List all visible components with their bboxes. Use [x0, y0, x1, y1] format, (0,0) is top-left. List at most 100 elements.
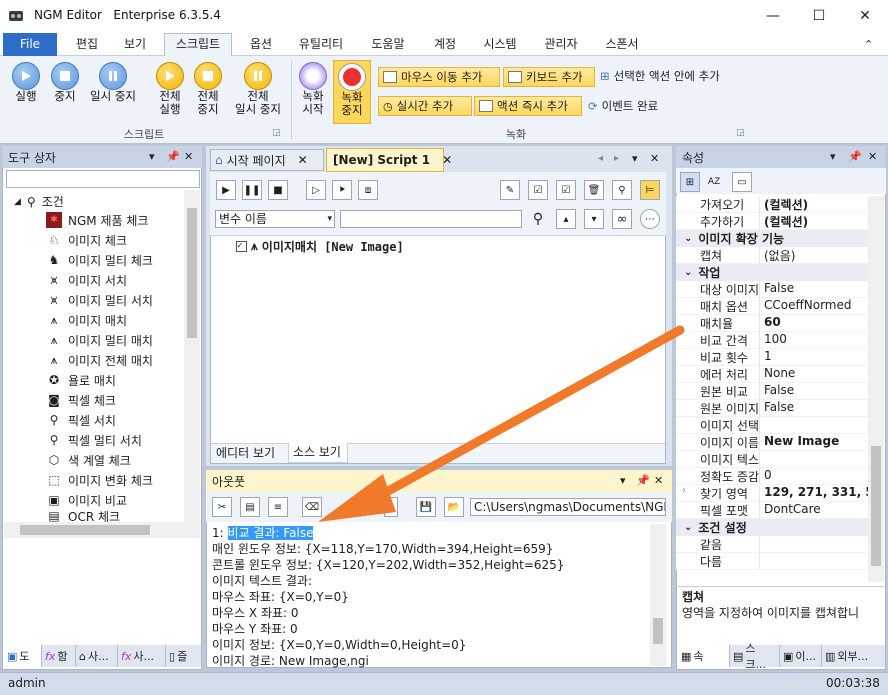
check-all-icon[interactable]: ☑	[528, 180, 548, 200]
add-in-selected-button[interactable]: ⊞ 선택한 액션 안에 추가	[600, 68, 720, 84]
arrow-down-icon[interactable]: ▾	[584, 209, 604, 229]
tab-close-icon[interactable]: ✕	[442, 153, 452, 167]
property-row[interactable]: 가져오기 (컬렉션)	[676, 196, 870, 213]
property-value[interactable]: 0	[760, 468, 870, 485]
tab-external[interactable]: ▥ 외부...	[822, 645, 886, 667]
property-category[interactable]: ⌄ 작업	[676, 264, 870, 281]
property-value[interactable]: 1	[760, 349, 870, 366]
tab-options[interactable]: 옵션	[240, 34, 282, 56]
property-value[interactable]: (컬렉션)	[760, 213, 870, 230]
edit-icon[interactable]: ✎	[500, 180, 520, 200]
tab-start-page[interactable]: ⌂ 시작 페이지 ✕	[210, 149, 324, 171]
more-icon[interactable]: ⋯	[640, 209, 660, 229]
tree-item[interactable]: ⩚ 이미지 매치	[46, 310, 127, 330]
play-icon[interactable]: ▶	[216, 180, 236, 200]
toolbox-search-input[interactable]	[6, 170, 200, 188]
clean-icon[interactable]: ✂	[212, 497, 232, 517]
stop-button[interactable]: 중지	[46, 62, 84, 103]
tree-item[interactable]: ⚲ 픽셀 멀티 서치	[46, 430, 142, 450]
tree-view-icon[interactable]: ⊨	[640, 180, 660, 200]
tree-item[interactable]: ⬡ 색 계열 체크	[46, 450, 131, 470]
zoom-icon[interactable]: ⚲	[612, 180, 632, 200]
minimize-button[interactable]: —	[750, 0, 796, 32]
tree-item[interactable]: ⩙ 이미지 멀티 서치	[46, 290, 153, 310]
tab-close-icon[interactable]: ✕	[298, 153, 308, 167]
tab-source-view[interactable]: 소스 보기	[288, 443, 348, 463]
tab-favorites[interactable]: ▯ 즐	[166, 645, 202, 667]
tab-scroll-right-icon[interactable]: ▸	[614, 153, 619, 164]
arrow-up-icon[interactable]: ▴	[556, 209, 576, 229]
properties-vscroll[interactable]	[868, 196, 884, 582]
property-row[interactable]: 원본 비교 False	[676, 383, 870, 400]
eraser-icon[interactable]: ⌫	[302, 497, 322, 517]
save-icon[interactable]: 💾	[416, 497, 436, 517]
property-row[interactable]: 같음	[676, 536, 870, 553]
delete-icon[interactable]: 🗑	[584, 180, 604, 200]
file-icon[interactable]: ▤	[240, 497, 260, 517]
output-path-field[interactable]: C:\Users\ngmas\Documents\NGM6\	[470, 498, 666, 516]
tab-toolbox[interactable]: ▣ 도	[4, 645, 42, 667]
tab-sponsor[interactable]: 스폰서	[596, 34, 648, 56]
property-value[interactable]: 100	[760, 332, 870, 349]
property-value[interactable]: None	[760, 366, 870, 383]
tab-admin[interactable]: 관리자	[536, 34, 586, 56]
property-row[interactable]: 원본 이미지 False	[676, 400, 870, 417]
pin-icon[interactable]: 📌	[848, 150, 862, 163]
collapse-icon[interactable]: ◢	[14, 197, 21, 207]
property-row[interactable]: 정확도 증감 0	[676, 468, 870, 485]
tree-item[interactable]: ▤ OCR 체크	[46, 510, 120, 522]
dropdown-icon[interactable]: ▾	[149, 150, 155, 163]
dropdown-icon[interactable]: ▾	[830, 150, 836, 163]
property-value[interactable]	[760, 536, 870, 553]
dropdown-icon[interactable]: ▾	[620, 474, 626, 487]
property-value[interactable]: 60	[760, 315, 870, 332]
tab-scroll-left-icon[interactable]: ◂	[598, 153, 603, 164]
property-value[interactable]: New Image	[760, 434, 870, 451]
tab-account[interactable]: 계정	[424, 34, 466, 56]
dialog-launcher-icon[interactable]: ◲	[272, 128, 281, 138]
property-value[interactable]: (없음)	[760, 247, 870, 264]
property-row[interactable]: 대상 이미지 False	[676, 281, 870, 298]
property-row[interactable]: 추가하기 (컬렉션)	[676, 213, 870, 230]
tab-edit[interactable]: 편집	[68, 34, 106, 56]
property-row[interactable]: 매치 옵션 CCoeffNormed	[676, 298, 870, 315]
tab-script-list[interactable]: ▤ 스크...	[730, 642, 780, 671]
property-row[interactable]: 픽셀 포맷 DontCare	[676, 502, 870, 519]
property-category[interactable]: ⌄ 조건 설정	[676, 519, 870, 536]
step-into-icon[interactable]: ⯈	[332, 180, 352, 200]
property-row[interactable]: 이미지 텍스트	[676, 451, 870, 468]
property-value[interactable]	[760, 553, 870, 570]
ribbon-collapse-icon[interactable]: ⌃	[864, 38, 873, 51]
chevron-down-icon[interactable]: ⌄	[684, 233, 692, 244]
keyboard-add-button[interactable]: 키보드 추가	[503, 67, 595, 87]
run-all-button[interactable]: 전체 실행	[150, 62, 190, 116]
property-value[interactable]: False	[760, 383, 870, 400]
folder-icon[interactable]: 📂	[444, 497, 464, 517]
step-over-icon[interactable]: ⧈	[358, 180, 378, 200]
action-immediate-add-button[interactable]: 액션 즉시 추가	[474, 96, 582, 116]
property-value[interactable]: DontCare	[760, 502, 870, 519]
property-category[interactable]: ⌄ 이미지 확장 기능	[676, 230, 870, 247]
property-row[interactable]: 에러 처리 None	[676, 366, 870, 383]
property-pages-icon[interactable]: ▭	[732, 172, 752, 192]
check-icon[interactable]: ☑	[556, 180, 576, 200]
toolbox-hscroll[interactable]	[4, 522, 200, 538]
sort-az-icon[interactable]: AZ	[704, 172, 724, 192]
tab-user-functions[interactable]: fx 사...	[118, 645, 166, 667]
toolbox-vscroll[interactable]	[184, 190, 200, 522]
tab-view[interactable]: 보기	[114, 34, 156, 56]
tree-item[interactable]: ⩚ 이미지 멀티 매치	[46, 330, 153, 350]
stop-all-button[interactable]: 전체 중지	[188, 62, 228, 116]
property-value[interactable]	[760, 451, 870, 468]
tree-item[interactable]: ⬚ 이미지 변화 체크	[46, 470, 153, 490]
tab-script-1[interactable]: [New] Script 1 ✕	[326, 148, 452, 172]
expand-icon[interactable]: ›	[682, 485, 686, 496]
close-icon[interactable]: ✕	[184, 150, 193, 163]
tree-item[interactable]: ✱ NGM 제품 체크	[46, 210, 148, 230]
event-done-button[interactable]: ⟳ 이벤트 완료	[588, 98, 658, 114]
tree-item[interactable]: ♘ 이미지 체크	[46, 230, 127, 250]
dialog-launcher-icon[interactable]: ◲	[736, 128, 745, 138]
property-row[interactable]: ›찾기 영역129, 271, 331, 50	[676, 485, 870, 502]
property-value[interactable]: False	[760, 400, 870, 417]
property-row[interactable]: 다름	[676, 553, 870, 570]
